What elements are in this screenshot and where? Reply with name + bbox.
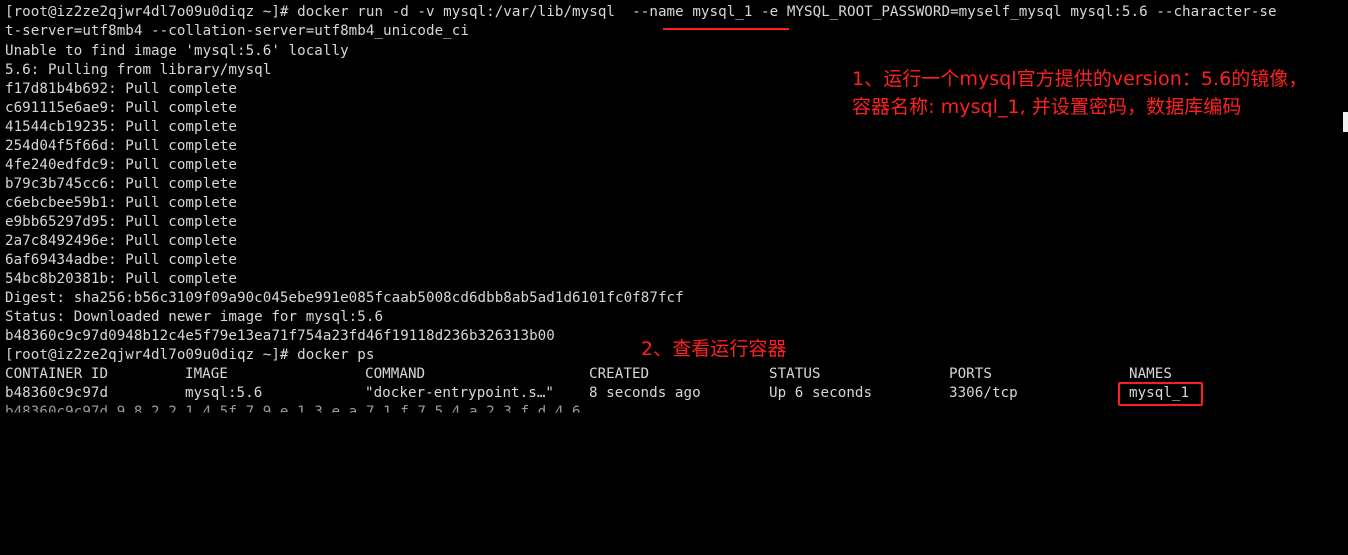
- ps-cell-command: "docker-entrypoint.s…": [365, 385, 555, 401]
- scrollbar-thumb[interactable]: [1343, 112, 1348, 132]
- terminal-line: Digest: sha256:b56c3109f09a90c045ebe991e…: [5, 290, 684, 306]
- annotation-note-2: 2、查看运行容器: [641, 338, 787, 360]
- terminal-line-command-run: [root@iz2ze2qjwr4dl7o09u0diqz ~]# docker…: [5, 4, 1277, 20]
- terminal-line: t-server=utf8mb4 --collation-server=utf8…: [5, 23, 469, 39]
- annotation-note-1-line-2: 容器名称: mysql_1, 并设置密码，数据库编码: [852, 96, 1242, 118]
- terminal-line: Status: Downloaded newer image for mysql…: [5, 309, 384, 325]
- terminal-line-cut: b48360c9c97d 9 8 2 2 1 4 5f 7 9 e 1 3 e …: [5, 404, 581, 420]
- ps-header-created: CREATED: [589, 366, 650, 382]
- terminal-line: c6ebcbee59b1: Pull complete: [5, 195, 237, 211]
- terminal-line: 5.6: Pulling from library/mysql: [5, 62, 272, 78]
- terminal-line: 4fe240edfdc9: Pull complete: [5, 157, 237, 173]
- terminal-line: 6af69434adbe: Pull complete: [5, 252, 237, 268]
- ps-cell-created: 8 seconds ago: [589, 385, 701, 401]
- ps-cell-status: Up 6 seconds: [769, 385, 873, 401]
- ps-cell-image: mysql:5.6: [185, 385, 263, 401]
- ps-cell-ports: 3306/tcp: [949, 385, 1018, 401]
- annotation-box-names: [1118, 382, 1203, 406]
- terminal-line: Unable to find image 'mysql:5.6' locally: [5, 43, 349, 59]
- ps-cell-container-id: b48360c9c97d: [5, 385, 109, 401]
- terminal-line: c691115e6ae9: Pull complete: [5, 100, 237, 116]
- terminal-line: 41544cb19235: Pull complete: [5, 119, 237, 135]
- ps-header-status: STATUS: [769, 366, 821, 382]
- ps-header-ports: PORTS: [949, 366, 992, 382]
- terminal-line: 254d04f5f66d: Pull complete: [5, 138, 237, 154]
- terminal-window[interactable]: [root@iz2ze2qjwr4dl7o09u0diqz ~]# docker…: [0, 0, 1348, 413]
- terminal-line: e9bb65297d95: Pull complete: [5, 214, 237, 230]
- terminal-line: b79c3b745cc6: Pull complete: [5, 176, 237, 192]
- terminal-line: 54bc8b20381b: Pull complete: [5, 271, 237, 287]
- ps-header-image: IMAGE: [185, 366, 228, 382]
- terminal-line-command-ps: [root@iz2ze2qjwr4dl7o09u0diqz ~]# docker…: [5, 347, 375, 363]
- terminal-line: 2a7c8492496e: Pull complete: [5, 233, 237, 249]
- annotation-underline-name: [663, 28, 789, 30]
- terminal-line: f17d81b4b692: Pull complete: [5, 81, 237, 97]
- ps-header-container-id: CONTAINER ID: [5, 366, 109, 382]
- ps-header-command: COMMAND: [365, 366, 426, 382]
- terminal-line: b48360c9c97d0948b12c4e5f79e13ea71f754a23…: [5, 328, 555, 344]
- annotation-note-1-line-1: 1、运行一个mysql官方提供的version：5.6的镜像，: [852, 68, 1308, 90]
